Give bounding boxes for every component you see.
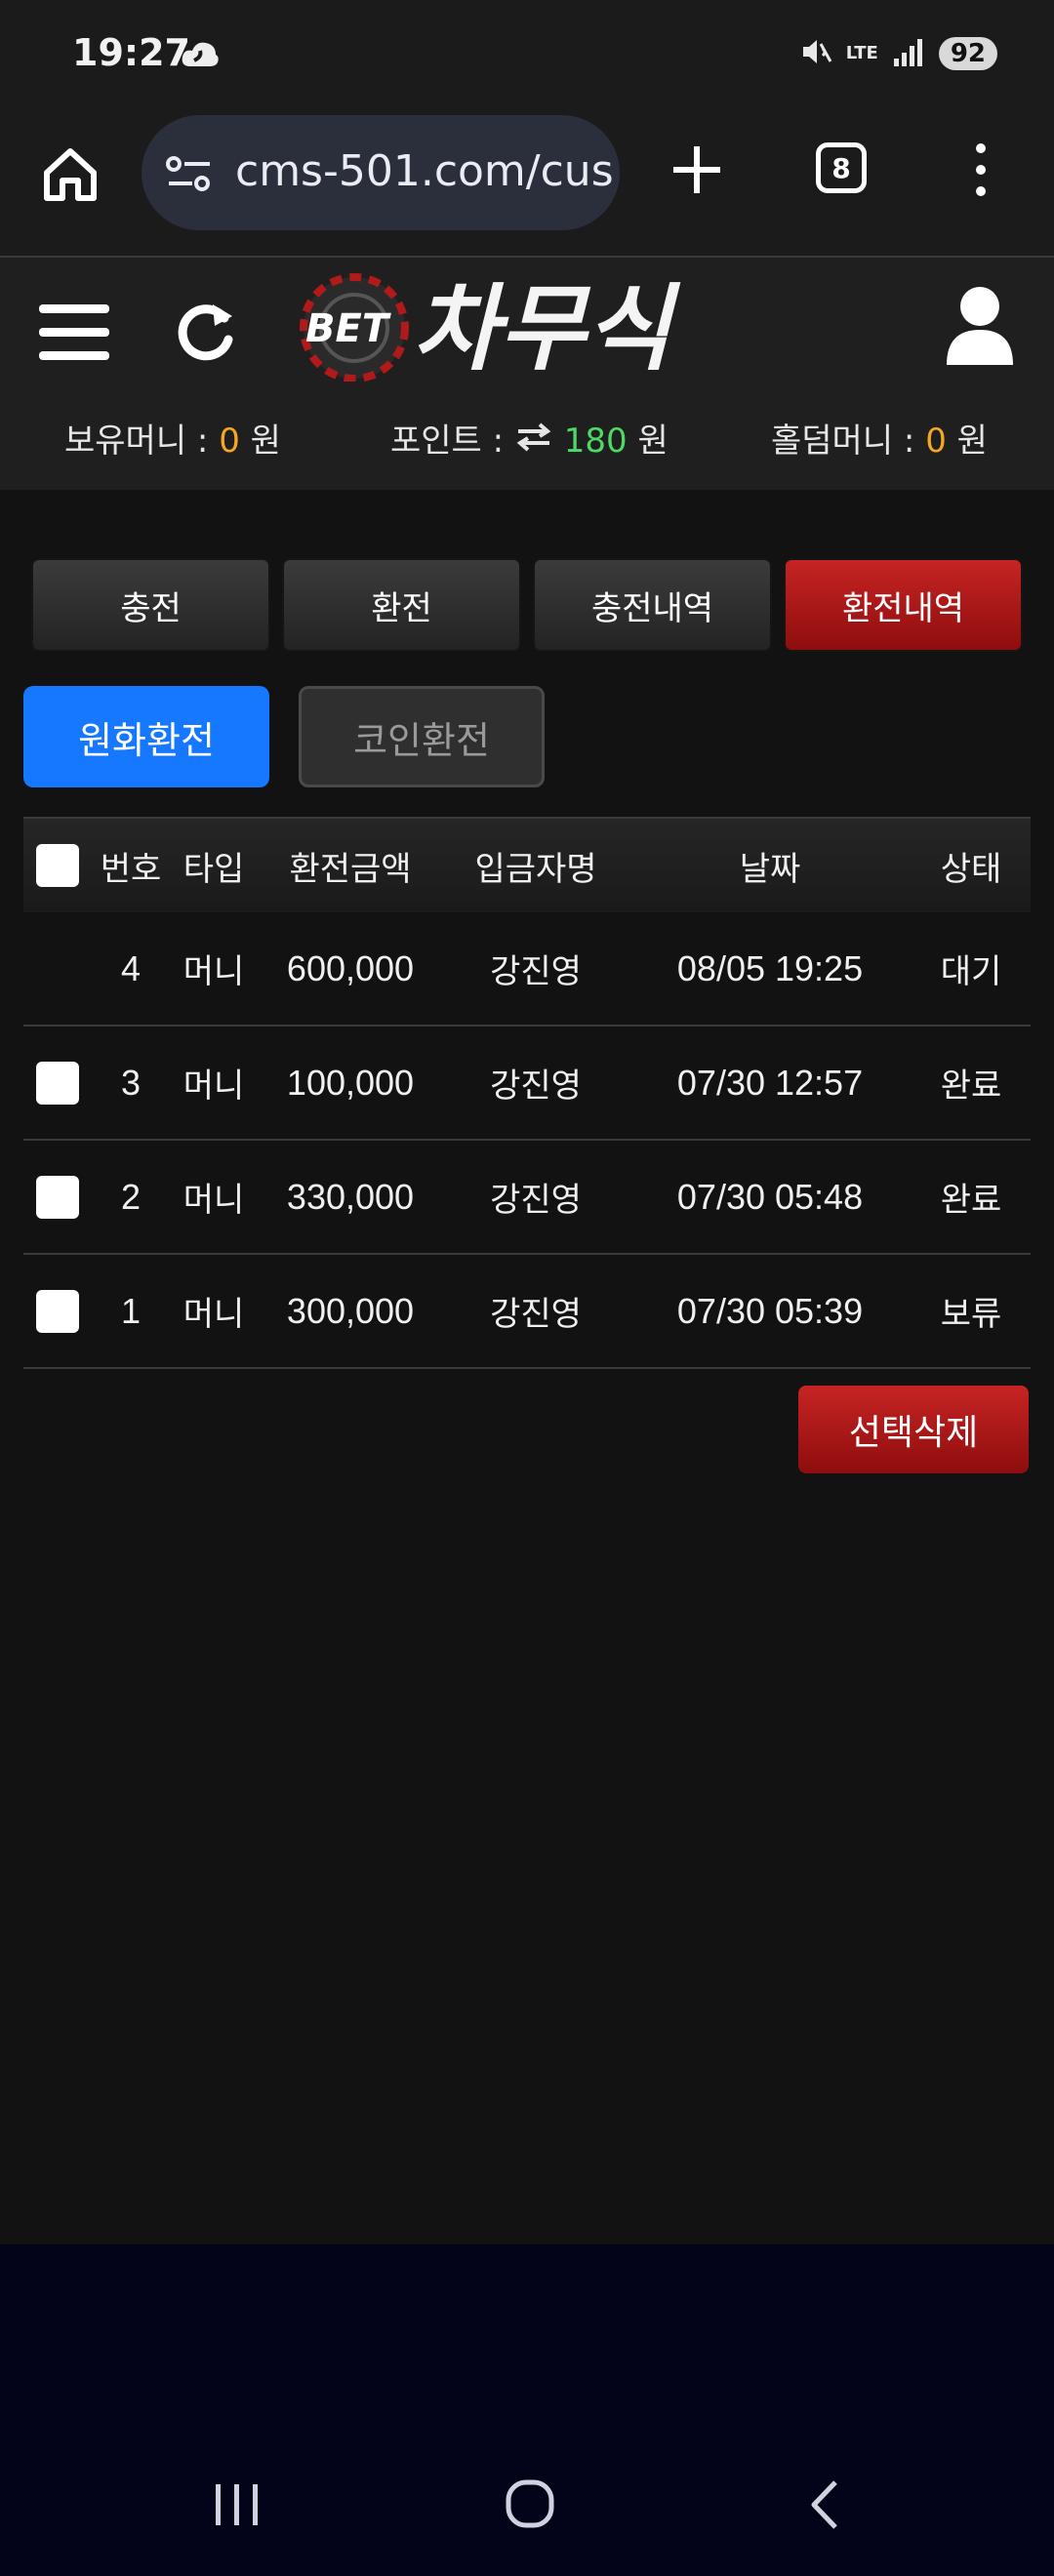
row-status: 완료: [940, 1067, 1002, 1106]
row-type: 머니: [182, 1295, 245, 1334]
table-row: 2 머니 330,000 강진영 07/30 05:48 완료: [23, 1141, 1031, 1255]
network-label: LTE: [845, 43, 878, 63]
new-tab-icon[interactable]: [666, 139, 728, 201]
tab-deposit[interactable]: 충전: [31, 558, 270, 652]
status-icons: LTE 92: [799, 35, 997, 72]
home-icon[interactable]: [39, 143, 101, 206]
row-amount: 600,000: [286, 947, 415, 988]
row-depositor: 강진영: [490, 1067, 582, 1106]
table-row: 4 머니 600,000 강진영 08/05 19:25 대기: [23, 912, 1031, 1026]
points[interactable]: 포인트 : 180 원: [390, 414, 669, 462]
col-type: 타입: [182, 849, 245, 889]
more-menu-icon[interactable]: [966, 139, 995, 201]
table-row: 3 머니 100,000 강진영 07/30 12:57 완료: [23, 1026, 1031, 1141]
col-amount: 환전금액: [289, 849, 412, 889]
holdem-money: 홀덤머니 : 0 원: [771, 422, 988, 461]
row-checkbox[interactable]: [36, 1175, 79, 1219]
select-all-checkbox[interactable]: [36, 844, 79, 887]
back-icon[interactable]: [787, 2471, 865, 2539]
browser-toolbar: cms-501.com/cus 8: [0, 109, 1054, 256]
balance-bar: 보유머니 : 0 원 포인트 : 180 원 홀덤머니 : 0 원: [0, 414, 1054, 472]
row-type: 머니: [182, 1067, 245, 1106]
signal-icon: [892, 37, 925, 70]
col-depositor: 입금자명: [474, 849, 597, 889]
url-text: cms-501.com/cus: [235, 146, 614, 196]
cloud-icon: [181, 39, 220, 72]
row-checkbox[interactable]: [36, 1289, 79, 1333]
tab-switcher-button[interactable]: 8: [816, 142, 867, 193]
subtab-coin-exchange[interactable]: 코인환전: [299, 686, 545, 787]
row-number: 3: [120, 1062, 142, 1103]
row-type: 머니: [182, 1181, 245, 1220]
row-number: 4: [120, 947, 142, 988]
menu-icon[interactable]: [39, 301, 109, 363]
row-date: 08/05 19:25: [676, 947, 864, 988]
holding-money: 보유머니 : 0 원: [64, 422, 281, 461]
site-logo[interactable]: BET 차무식: [298, 269, 742, 382]
battery-level: 92: [938, 37, 997, 70]
row-depositor: 강진영: [490, 1181, 582, 1220]
col-date: 날짜: [739, 849, 801, 889]
row-amount: 100,000: [286, 1062, 415, 1103]
delete-selected-button[interactable]: 선택삭제: [798, 1386, 1029, 1473]
status-time: 19:27: [72, 31, 190, 74]
svg-text:BET: BET: [305, 306, 391, 351]
row-date: 07/30 05:39: [676, 1290, 864, 1331]
user-icon[interactable]: [945, 285, 1015, 367]
row-type: 머니: [182, 952, 245, 991]
col-number: 번호: [100, 849, 162, 889]
main-tabs: 충전 환전 충전내역 환전내역: [31, 558, 1023, 652]
row-status: 보류: [940, 1295, 1002, 1334]
sub-tabs: 원화환전 코인환전: [23, 686, 545, 787]
row-status: 대기: [940, 952, 1002, 991]
row-depositor: 강진영: [490, 952, 582, 991]
swap-icon: [514, 422, 553, 461]
row-amount: 300,000: [286, 1290, 415, 1331]
mute-icon: [799, 35, 832, 72]
status-bar: 19:27 LTE 92: [0, 0, 1054, 109]
row-date: 07/30 12:57: [676, 1062, 864, 1103]
svg-text:차무식: 차무식: [413, 274, 681, 382]
row-number: 2: [120, 1176, 142, 1217]
tab-withdraw-history[interactable]: 환전내역: [784, 558, 1023, 652]
refresh-icon[interactable]: [174, 297, 238, 367]
row-status: 완료: [940, 1181, 1002, 1220]
row-number: 1: [120, 1290, 142, 1331]
withdraw-history-table: 번호 타입 환전금액 입금자명 날짜 상태 4 머니 600,000 강진영 0…: [23, 817, 1031, 1369]
site-header: BET 차무식 보유머니 : 0 원 포인트 : 180 원 홀덤머니 : 0 …: [0, 256, 1054, 490]
address-bar[interactable]: cms-501.com/cus: [142, 115, 620, 230]
row-depositor: 강진영: [490, 1295, 582, 1334]
row-checkbox[interactable]: [36, 1061, 79, 1105]
recent-apps-icon[interactable]: [198, 2471, 276, 2539]
row-amount: 330,000: [286, 1176, 415, 1217]
tab-withdraw[interactable]: 환전: [282, 558, 521, 652]
table-header: 번호 타입 환전금액 입금자명 날짜 상태: [23, 817, 1031, 912]
home-nav-icon[interactable]: [491, 2471, 569, 2539]
row-date: 07/30 05:48: [676, 1176, 864, 1217]
system-nav-bar: [0, 2244, 1054, 2576]
subtab-krw-exchange[interactable]: 원화환전: [23, 686, 269, 787]
tab-deposit-history[interactable]: 충전내역: [533, 558, 772, 652]
col-status: 상태: [940, 849, 1002, 889]
table-row: 1 머니 300,000 강진영 07/30 05:39 보류: [23, 1255, 1031, 1369]
site-settings-icon[interactable]: [165, 154, 214, 197]
